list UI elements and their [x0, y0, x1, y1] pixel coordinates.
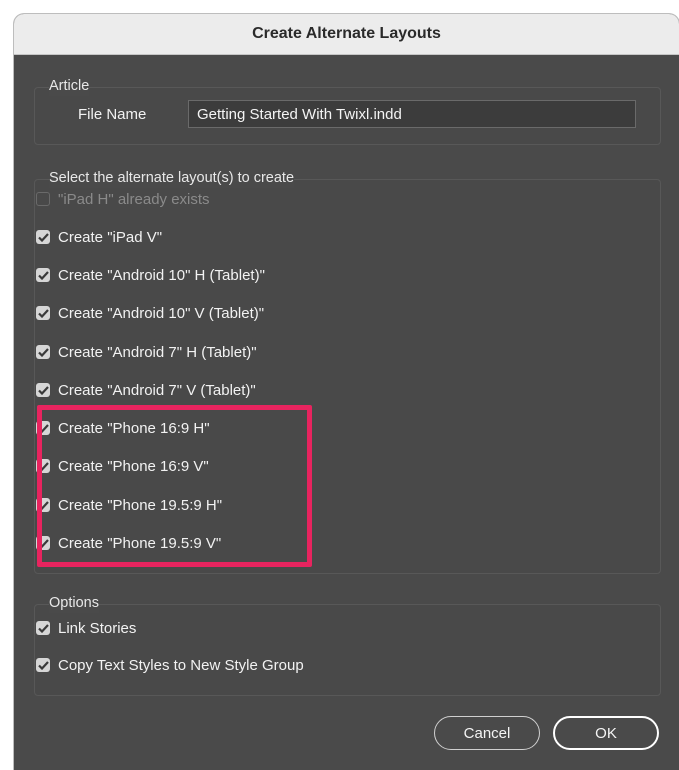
option-link-stories[interactable]: Link Stories: [36, 617, 136, 639]
layout-option-android7-h[interactable]: Create "Android 7" H (Tablet)": [36, 341, 257, 363]
layout-option-ipad-h: "iPad H" already exists: [36, 188, 210, 210]
layout-option-phone-16-9-h[interactable]: Create "Phone 16:9 H": [36, 417, 210, 439]
layout-option-label: Create "iPad V": [58, 228, 163, 246]
layout-option-phone-19-5-9-h[interactable]: Create "Phone 19.5:9 H": [36, 494, 222, 516]
checkbox-checked[interactable]: [36, 621, 50, 635]
layout-option-android10-h[interactable]: Create "Android 10" H (Tablet)": [36, 264, 265, 286]
layout-option-label: Create "Phone 19.5:9 V": [58, 534, 222, 552]
layout-option-label: Create "Phone 19.5:9 H": [58, 496, 223, 514]
checkbox-checked[interactable]: [36, 345, 50, 359]
layout-option-label: Create "Phone 16:9 H": [58, 419, 210, 437]
checkbox-checked[interactable]: [36, 498, 50, 512]
checkbox-checked[interactable]: [36, 306, 50, 320]
file-name-input[interactable]: [188, 100, 636, 128]
layout-option-android7-v[interactable]: Create "Android 7" V (Tablet)": [36, 379, 256, 401]
option-label: Copy Text Styles to New Style Group: [58, 656, 304, 674]
layouts-legend: Select the alternate layout(s) to create: [49, 168, 295, 188]
layout-option-ipad-v[interactable]: Create "iPad V": [36, 226, 162, 248]
layout-option-phone-16-9-v[interactable]: Create "Phone 16:9 V": [36, 455, 209, 477]
title-bar: Create Alternate Layouts: [14, 14, 679, 55]
file-name-label: File Name: [78, 106, 147, 123]
ok-button[interactable]: OK: [553, 716, 659, 750]
dialog-title: Create Alternate Layouts: [252, 25, 441, 42]
article-legend: Article: [49, 76, 90, 96]
option-label: Link Stories: [58, 619, 137, 637]
layout-option-android10-v[interactable]: Create "Android 10" V (Tablet)": [36, 302, 264, 324]
cancel-button[interactable]: Cancel: [434, 716, 540, 750]
checkbox-checked[interactable]: [36, 658, 50, 672]
layout-option-label: Create "Android 10" H (Tablet)": [58, 266, 265, 284]
layout-option-label: Create "Android 7" H (Tablet)": [58, 343, 257, 361]
options-legend: Options: [49, 593, 99, 613]
layout-option-label: "iPad H" already exists: [58, 190, 210, 208]
layout-option-label: Create "Android 7" V (Tablet)": [58, 381, 256, 399]
layout-option-phone-19-5-9-v[interactable]: Create "Phone 19.5:9 V": [36, 532, 221, 554]
checkbox-checked[interactable]: [36, 230, 50, 244]
checkbox-checked[interactable]: [36, 459, 50, 473]
checkbox-checked[interactable]: [36, 536, 50, 550]
checkbox-checked[interactable]: [36, 268, 50, 282]
option-copy-text-styles[interactable]: Copy Text Styles to New Style Group: [36, 654, 304, 676]
layout-option-label: Create "Phone 16:9 V": [58, 457, 209, 475]
create-alternate-layouts-dialog: Create Alternate Layouts Article File Na…: [14, 14, 679, 770]
checkbox-checked[interactable]: [36, 421, 50, 435]
checkbox-checked[interactable]: [36, 383, 50, 397]
checkbox-unchecked: [36, 192, 50, 206]
layout-option-label: Create "Android 10" V (Tablet)": [58, 304, 265, 322]
